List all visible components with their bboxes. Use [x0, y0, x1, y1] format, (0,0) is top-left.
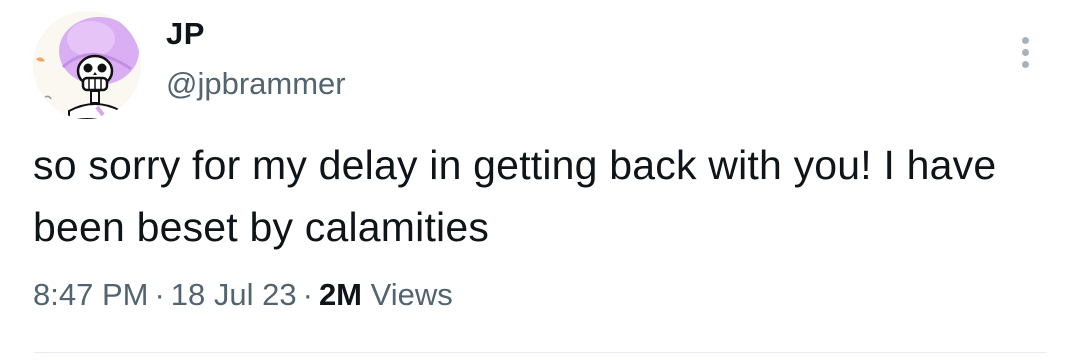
separator-dot: · — [154, 277, 165, 312]
divider — [33, 352, 1047, 353]
tweet-text: so sorry for my delay in getting back wi… — [33, 142, 997, 250]
more-options-icon-dot — [1021, 36, 1029, 44]
tweet-time[interactable]: 8:47 PM — [33, 277, 148, 312]
tweet-metadata: 8:47 PM · 18 Jul 23 · 2M Views — [33, 277, 453, 313]
tweet[interactable]: JP @jpbrammer so sorry for my delay in g… — [0, 0, 1080, 360]
separator-dot: · — [302, 277, 313, 312]
tweet-date[interactable]: 18 Jul 23 — [171, 277, 297, 312]
avatar[interactable] — [33, 11, 141, 119]
username-handle[interactable]: @jpbrammer — [166, 66, 346, 102]
more-options-icon-dot — [1021, 60, 1029, 68]
views-label[interactable]: Views — [371, 277, 453, 312]
views-count[interactable]: 2M — [319, 277, 362, 312]
skeleton-sombrero-icon — [33, 11, 141, 119]
more-options-icon-dot — [1021, 48, 1029, 56]
display-name[interactable]: JP — [166, 16, 205, 52]
more-options-button[interactable] — [1008, 30, 1042, 74]
